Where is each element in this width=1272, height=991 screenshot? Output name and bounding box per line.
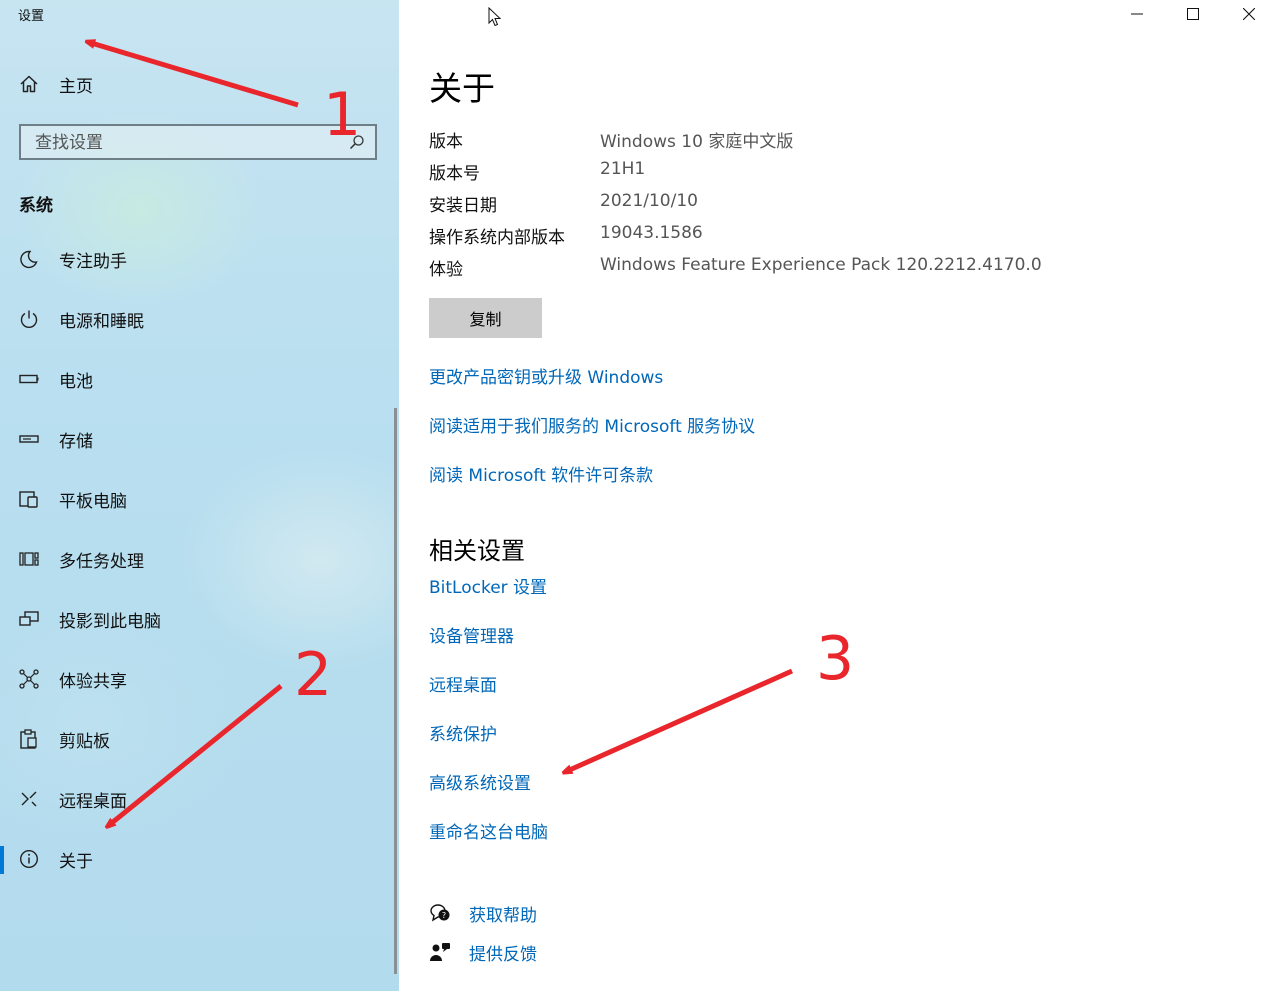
remote-desktop-icon [18,788,40,810]
annotation-number-2: 2 [294,640,333,710]
spec-key: 版本 [429,132,463,152]
sidebar-item-label: 远程桌面 [59,791,127,812]
sidebar-item-tablet[interactable]: 平板电脑 [0,475,380,523]
battery-icon [18,368,40,390]
related-settings-heading: 相关设置 [429,537,525,565]
clipboard-icon [18,728,40,750]
link-system-protection[interactable]: 系统保护 [429,720,497,745]
annotation-number-3: 3 [816,624,855,694]
sidebar-item-focus-assist[interactable]: 专注助手 [0,235,380,283]
moon-icon [18,248,40,270]
sidebar-item-about[interactable]: 关于 [0,835,380,883]
sidebar-item-label: 主页 [59,76,93,97]
minimize-button[interactable] [1114,2,1160,26]
copy-button[interactable]: 复制 [429,298,542,338]
mouse-cursor-icon [488,6,502,31]
sidebar-item-storage[interactable]: 存储 [0,415,380,463]
spec-key: 操作系统内部版本 [429,228,565,248]
share-icon [18,668,40,690]
link-remote-desktop[interactable]: 远程桌面 [429,671,497,696]
spec-value: 19043.1586 [600,223,703,243]
multitask-icon [18,548,40,570]
link-advanced-system-settings[interactable]: 高级系统设置 [429,769,531,794]
spec-key: 体验 [429,260,463,280]
close-icon [1243,8,1255,20]
sidebar-item-label: 电池 [59,371,93,392]
sidebar-item-project[interactable]: 投影到此电脑 [0,595,380,643]
sidebar-item-battery[interactable]: 电池 [0,355,380,403]
sidebar-item-multitasking[interactable]: 多任务处理 [0,535,380,583]
help-chat-icon: ? [429,902,451,924]
info-icon [18,848,40,870]
search-input[interactable] [33,131,337,155]
tablet-icon [18,488,40,510]
home-icon [18,73,40,95]
sidebar-item-label: 平板电脑 [59,491,127,512]
get-help-label: 获取帮助 [469,905,537,926]
spec-value: 2021/10/10 [600,191,698,211]
annotation-number-1: 1 [323,80,362,150]
svg-text:?: ? [442,911,446,920]
sidebar-item-label: 专注助手 [59,251,127,272]
sidebar-item-label: 投影到此电脑 [59,611,161,632]
get-help-link[interactable]: ? 获取帮助 [429,901,537,926]
give-feedback-label: 提供反馈 [469,944,537,965]
sidebar-item-remote-desktop[interactable]: 远程桌面 [0,775,380,823]
spec-value: Windows 10 家庭中文版 [600,132,794,152]
link-change-product-key[interactable]: 更改产品密钥或升级 Windows [429,363,663,388]
sidebar-item-clipboard[interactable]: 剪贴板 [0,715,380,763]
link-bitlocker[interactable]: BitLocker 设置 [429,573,547,598]
minimize-icon [1131,13,1143,15]
sidebar-item-label: 体验共享 [59,671,127,692]
link-rename-pc[interactable]: 重命名这台电脑 [429,818,548,843]
sidebar-item-label: 电源和睡眠 [59,311,144,332]
close-button[interactable] [1226,2,1272,26]
maximize-button[interactable] [1170,2,1216,26]
spec-key: 安装日期 [429,196,497,216]
power-icon [18,308,40,330]
arrow-3 [565,668,794,772]
page-title: 关于 [429,69,495,108]
feedback-icon [429,941,451,963]
sidebar-item-label: 存储 [59,431,93,452]
give-feedback-link[interactable]: 提供反馈 [429,940,537,965]
link-license-terms[interactable]: 阅读 Microsoft 软件许可条款 [429,461,653,486]
project-icon [18,608,40,630]
spec-value: Windows Feature Experience Pack 120.2212… [600,255,1042,275]
link-device-manager[interactable]: 设备管理器 [429,622,514,647]
storage-icon [18,428,40,450]
app-title: 设置 [18,9,45,24]
sidebar-item-label: 剪贴板 [59,731,110,752]
spec-key: 版本号 [429,164,480,184]
sidebar-scrollbar[interactable] [394,408,397,974]
section-heading: 系统 [19,196,53,216]
sidebar-item-label: 多任务处理 [59,551,144,572]
sidebar-item-power-sleep[interactable]: 电源和睡眠 [0,295,380,343]
link-services-agreement[interactable]: 阅读适用于我们服务的 Microsoft 服务协议 [429,412,755,437]
sidebar-item-label: 关于 [59,851,93,872]
spec-value: 21H1 [600,159,646,179]
maximize-icon [1187,8,1199,20]
